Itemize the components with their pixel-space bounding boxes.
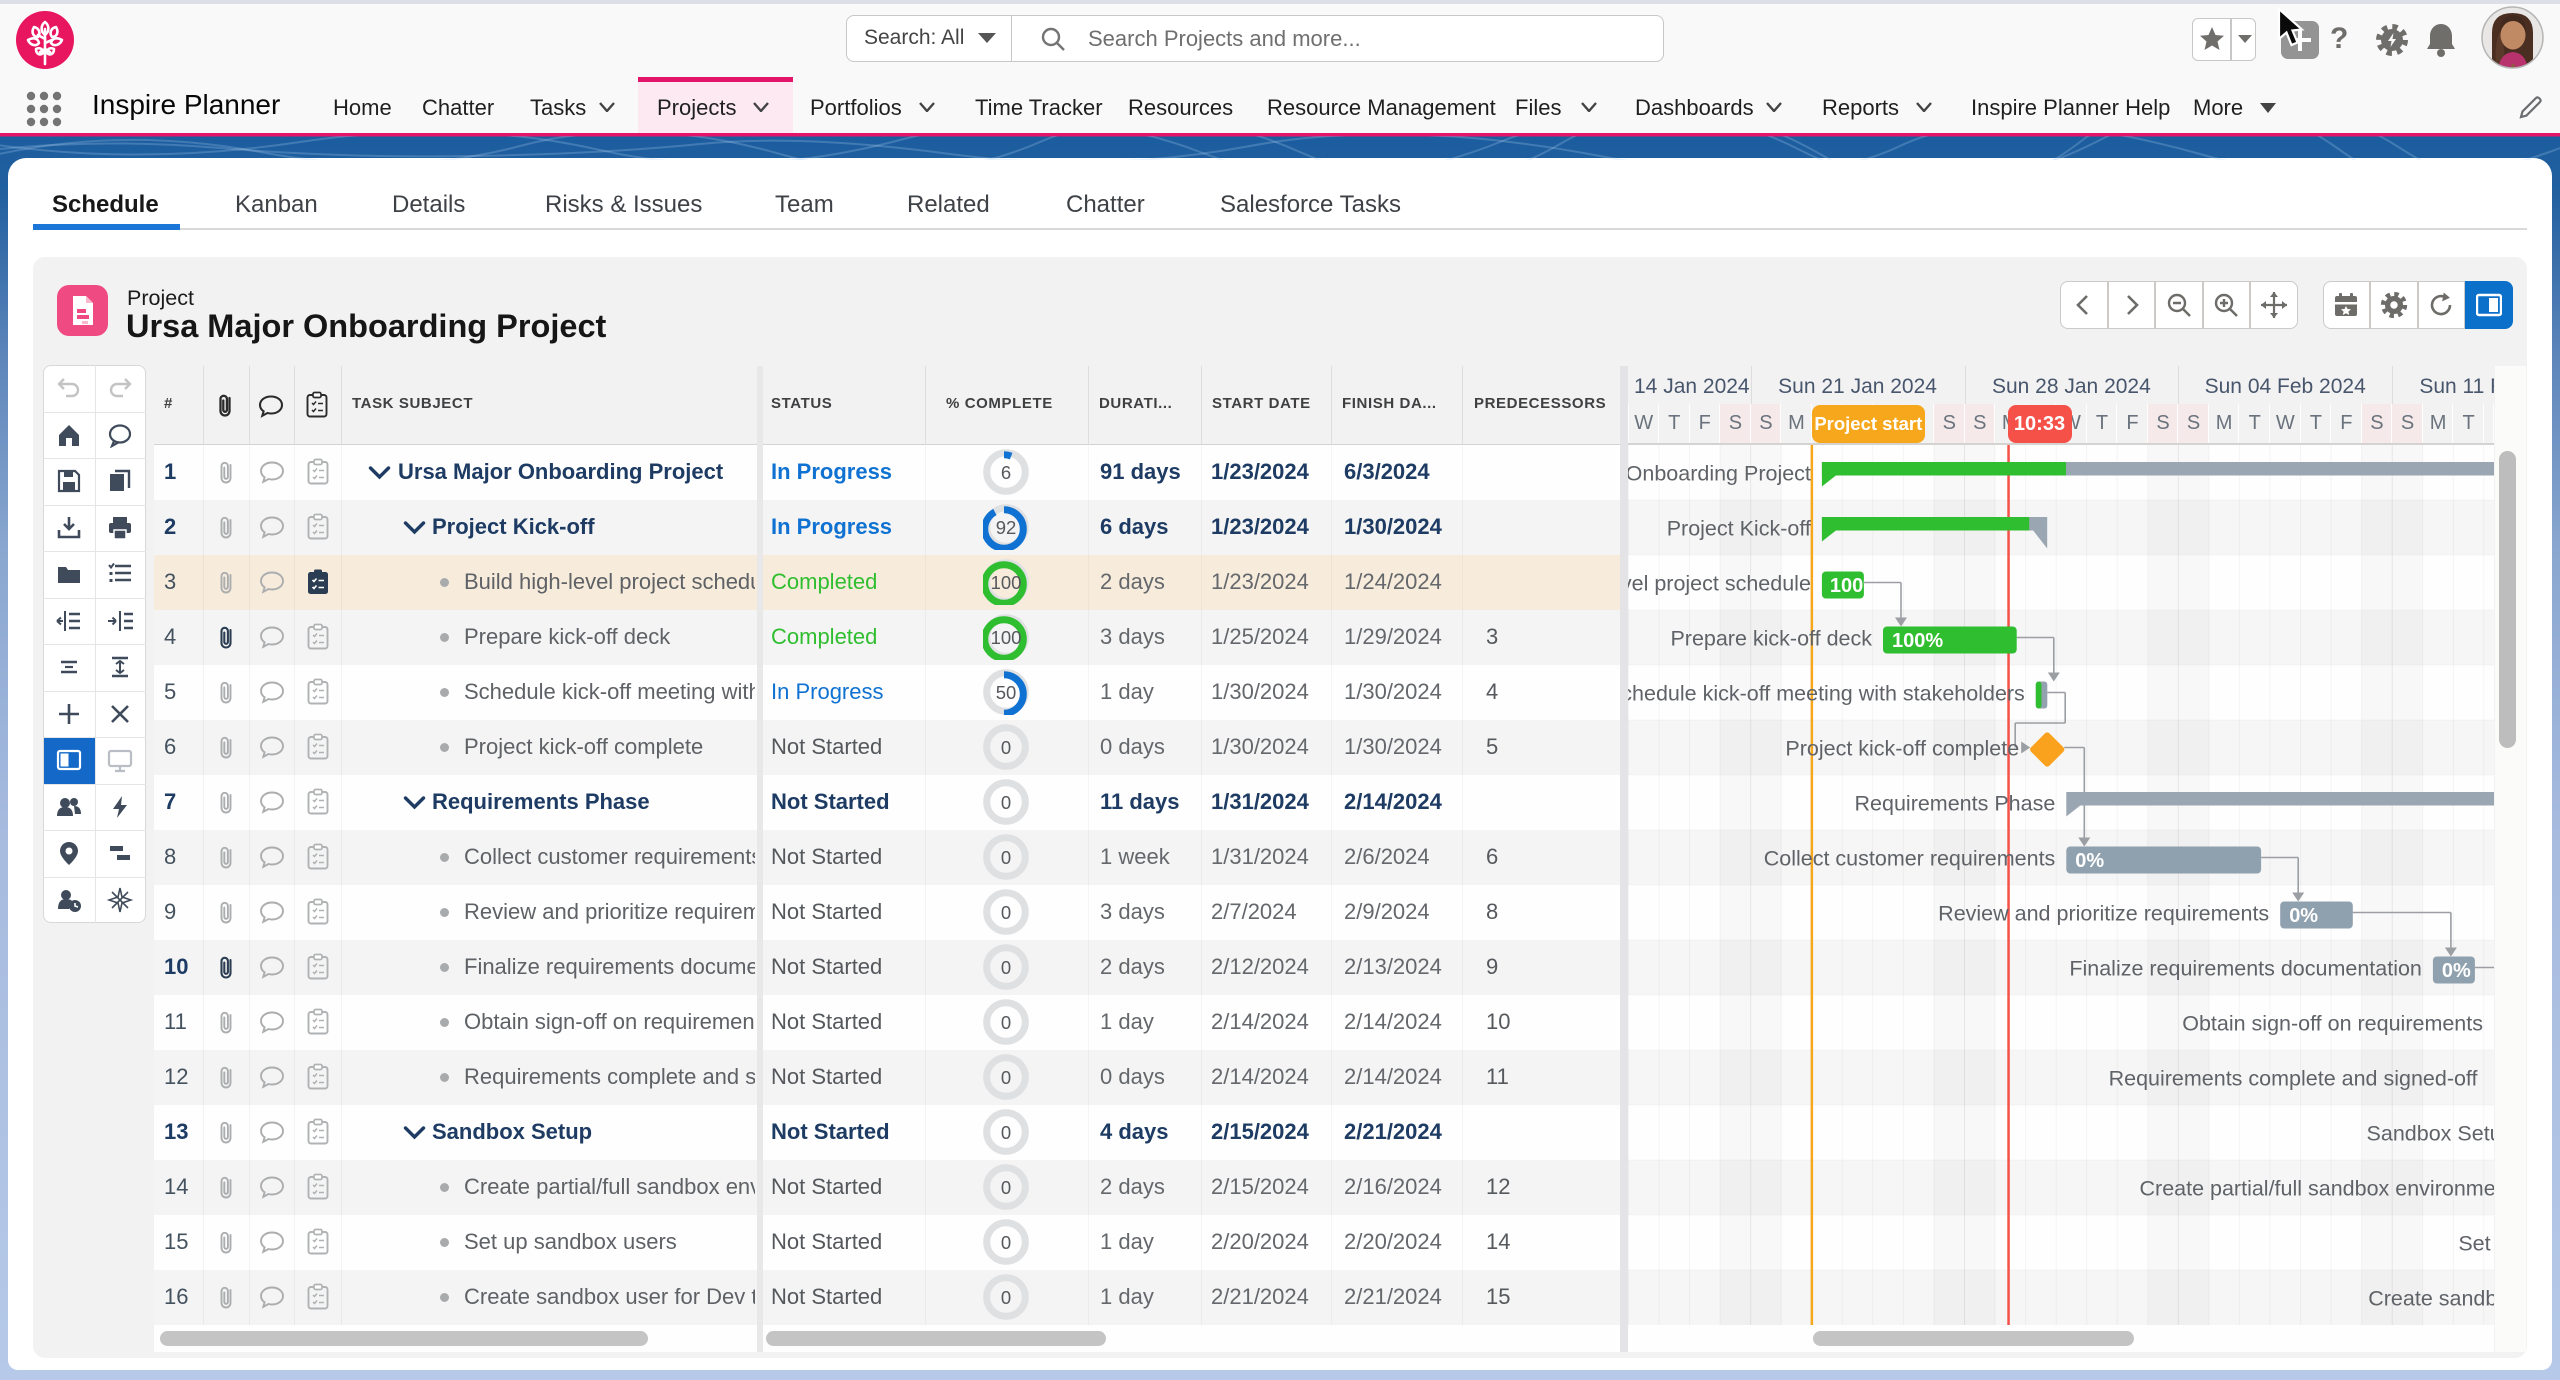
svg-text:Collect customer requirements: Collect customer requirements (1764, 846, 2056, 870)
svg-text:Build high-level project sched: Build high-level project schedule (1628, 571, 1811, 595)
svg-text:Finalize requirements document: Finalize requirements documentation (2069, 956, 2422, 980)
svg-text:Ursa Major Onboarding Project: Ursa Major Onboarding Project (1628, 461, 1811, 485)
svg-text:0%: 0% (2442, 960, 2471, 982)
svg-text:Create partial/full sandbox en: Create partial/full sandbox environment (2140, 1176, 2494, 1200)
svg-text:Prepare kick-off deck: Prepare kick-off deck (1670, 626, 1872, 650)
svg-text:Requirements Phase: Requirements Phase (1855, 791, 2056, 815)
svg-text:100%: 100% (1892, 630, 1943, 652)
svg-text:Sandbox Setup: Sandbox Setup (2367, 1121, 2494, 1145)
svg-text:Project kick-off complete: Project kick-off complete (1785, 736, 2019, 760)
svg-text:Schedule kick-off meeting with: Schedule kick-off meeting with stakehold… (1628, 681, 2025, 705)
svg-text:Project Kick-off: Project Kick-off (1667, 516, 1811, 540)
svg-text:100%: 100% (1830, 575, 1881, 597)
svg-text:Set up sandbox users: Set up sandbox users (2458, 1231, 2494, 1255)
svg-text:Obtain sign-off on requirement: Obtain sign-off on requirements (2182, 1011, 2483, 1035)
svg-text:Requirements complete and sign: Requirements complete and signed-off (2109, 1066, 2478, 1090)
svg-text:Review and prioritize requirem: Review and prioritize requirements (1938, 901, 2269, 925)
svg-text:0%: 0% (2289, 905, 2318, 927)
svg-text:0%: 0% (2075, 850, 2104, 872)
svg-text:Create sandbox user for Dev te: Create sandbox user for Dev team (2368, 1286, 2494, 1310)
